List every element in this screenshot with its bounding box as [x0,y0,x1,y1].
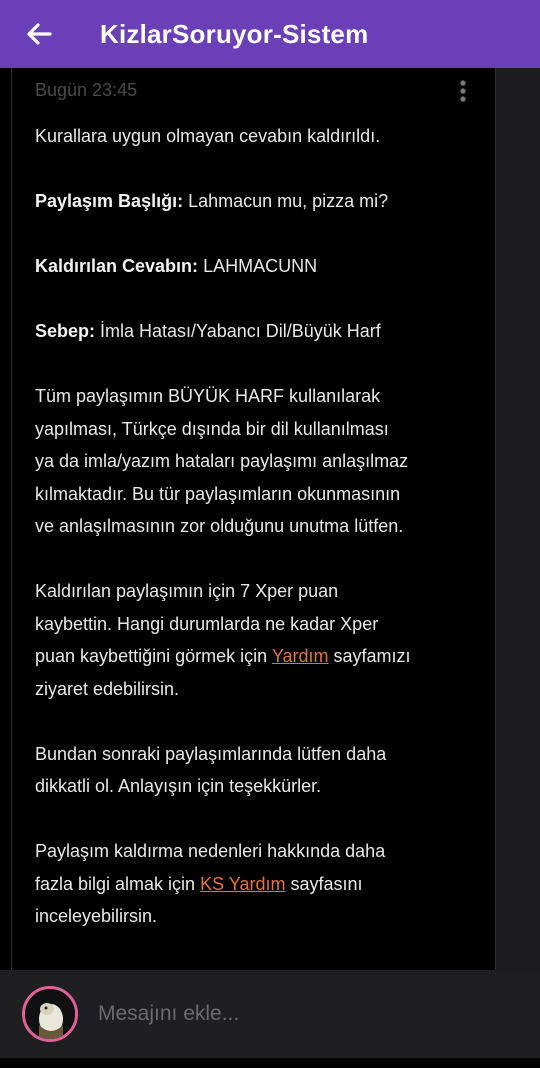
more-vertical-icon [460,80,466,102]
explanation-line: kılmaktadır. Bu tür paylaşımların okunma… [35,483,401,504]
explanation-line: ya da imla/yazım hataları paylaşımı anla… [35,451,409,471]
message-body: Kurallara uygun olmayan cevabın kaldırıl… [35,120,475,965]
post-title-label: Paylaşım Başlığı: [35,191,184,211]
arrow-left-icon [27,23,52,45]
side-gutter [495,68,540,970]
bottom-strip [0,1058,540,1068]
app-bar: KizlarSoruyor-Sistem [0,0,540,68]
xper-text: Kaldırılan paylaşımın için 7 Xper puan k… [35,581,411,699]
message-timestamp: Bugün 23:45 [35,80,138,100]
more-info-text: Paylaşım kaldırma nedenleri hakkında dah… [35,841,386,926]
ks-help-link[interactable]: KS Yardım [200,874,285,894]
help-link[interactable]: Yardım [272,646,329,666]
reason-label: Sebep: [35,321,96,341]
back-button[interactable] [0,0,78,68]
intro-text: Kurallara uygun olmayan cevabın kaldırıl… [35,126,381,146]
removed-answer-label: Kaldırılan Cevabın: [35,256,199,276]
closing-text: Bundan sonraki paylaşımlarında lütfen da… [35,743,387,797]
post-title-value: Lahmacun mu, pizza mi? [188,191,389,211]
explanation-line: Tüm paylaşımın BÜYÜK HARF kullanılarak [35,386,381,406]
reason-row: Sebep: İmla Hatası/Yabancı Dil/Büyük Har… [35,315,475,348]
explanation-line: ve anlaşılmasının zor olduğunu unutma lü… [35,516,404,536]
removed-answer-row: Kaldırılan Cevabın: LAHMACUNN [35,250,475,283]
message-composer [0,970,540,1058]
explanation-text: Tüm paylaşımın BÜYÜK HARF kullanılarak y… [35,380,475,543]
message-card: Bugün 23:45 Kurallara uygun olmayan ceva… [11,68,496,970]
removed-answer-value: LAHMACUNN [203,256,318,276]
page-title: KizlarSoruyor-Sistem [100,18,369,49]
user-avatar[interactable] [22,986,78,1042]
message-input[interactable] [98,994,518,1034]
explanation-line: yapılması, Türkçe dışında bir dil kullan… [35,418,389,439]
avatar-image-icon [25,989,75,1039]
reason-value: İmla Hatası/Yabancı Dil/Büyük Harf [100,321,381,341]
more-options-button[interactable] [448,76,478,106]
post-title-row: Paylaşım Başlığı: Lahmacun mu, pizza mi? [35,185,475,218]
